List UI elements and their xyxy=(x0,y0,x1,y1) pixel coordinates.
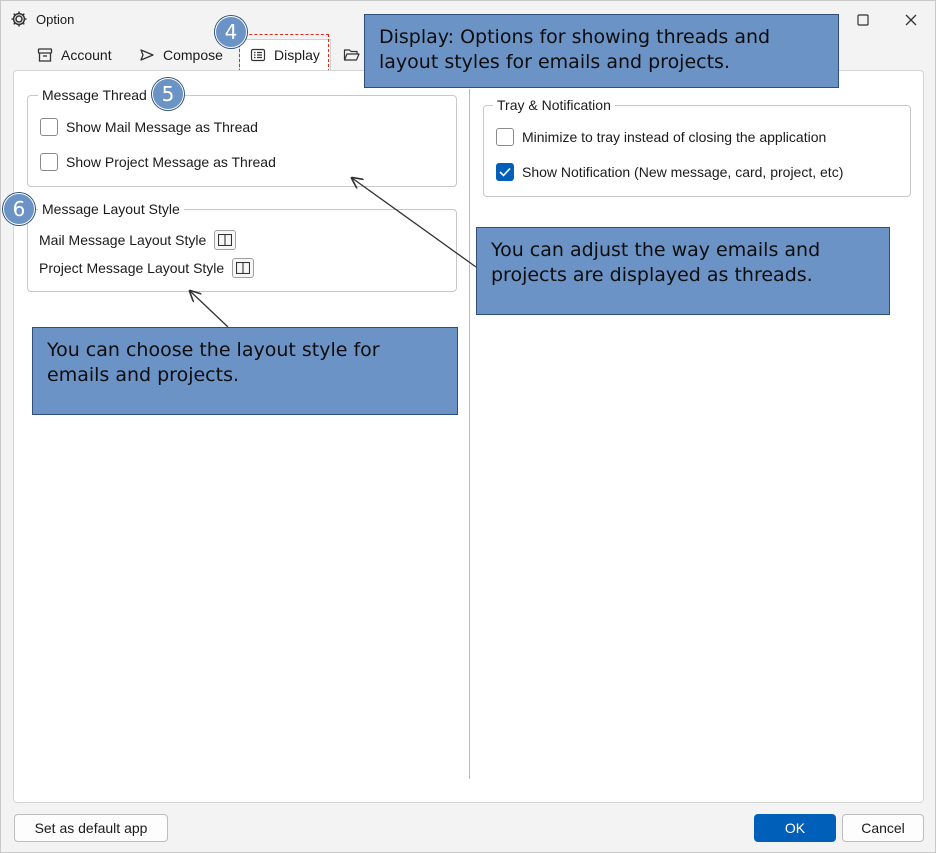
column-divider xyxy=(469,89,470,779)
mail-layout-style-button[interactable] xyxy=(214,230,237,250)
window-title: Option xyxy=(36,12,75,27)
maximize-button[interactable] xyxy=(843,7,883,33)
set-default-app-button[interactable]: Set as default app xyxy=(14,814,168,842)
close-icon xyxy=(905,14,917,26)
tab-account-label: Account xyxy=(61,47,112,63)
option-dialog: Option Account Compose Display Message T… xyxy=(0,0,936,853)
cancel-button[interactable]: Cancel xyxy=(842,814,924,842)
close-button[interactable] xyxy=(891,7,931,33)
split-layout-icon xyxy=(236,262,251,274)
step-badge-5: 5 xyxy=(152,78,184,110)
checkmark-icon xyxy=(499,167,511,177)
project-layout-style-button[interactable] xyxy=(232,258,255,278)
project-layout-style-row: Project Message Layout Style xyxy=(39,258,255,278)
message-thread-group: Message Thread Show Mail Message as Thre… xyxy=(27,87,457,187)
show-mail-thread-checkbox[interactable] xyxy=(40,118,58,136)
step-badge-4: 4 xyxy=(215,16,247,48)
message-layout-style-group: Message Layout Style Mail Message Layout… xyxy=(27,201,457,292)
tab-compose[interactable]: Compose xyxy=(133,41,229,69)
split-layout-icon xyxy=(218,234,233,246)
tab-folder[interactable] xyxy=(337,41,367,69)
show-mail-thread-option[interactable]: Show Mail Message as Thread xyxy=(40,118,258,136)
message-thread-legend: Message Thread xyxy=(38,87,151,103)
project-layout-style-label: Project Message Layout Style xyxy=(39,260,225,276)
step-badge-6: 6 xyxy=(3,193,35,225)
gear-icon xyxy=(10,10,28,28)
thread-callout: You can adjust the way emails and projec… xyxy=(476,227,890,315)
tray-notification-legend: Tray & Notification xyxy=(493,97,615,113)
tab-display-label: Display xyxy=(274,47,320,63)
show-notification-option[interactable]: Show Notification (New message, card, pr… xyxy=(496,163,843,181)
show-notification-label: Show Notification (New message, card, pr… xyxy=(522,164,844,180)
minimize-to-tray-option[interactable]: Minimize to tray instead of closing the … xyxy=(496,128,826,146)
show-notification-checkbox[interactable] xyxy=(496,163,514,181)
maximize-icon xyxy=(857,14,869,26)
tab-display[interactable]: Display xyxy=(239,39,331,70)
show-project-thread-label: Show Project Message as Thread xyxy=(66,154,276,170)
display-tab-callout: Display: Options for showing threads and… xyxy=(364,14,839,88)
minimize-to-tray-label: Minimize to tray instead of closing the … xyxy=(522,129,827,145)
message-layout-style-legend: Message Layout Style xyxy=(38,201,184,217)
folder-open-icon xyxy=(343,49,360,61)
send-icon xyxy=(140,49,154,61)
tab-account[interactable]: Account xyxy=(31,41,118,69)
show-mail-thread-label: Show Mail Message as Thread xyxy=(66,119,258,135)
mail-layout-style-label: Mail Message Layout Style xyxy=(39,232,207,248)
display-list-icon xyxy=(250,48,266,62)
archive-box-icon xyxy=(37,48,53,62)
show-project-thread-option[interactable]: Show Project Message as Thread xyxy=(40,153,276,171)
ok-button[interactable]: OK xyxy=(754,814,836,842)
minimize-to-tray-checkbox[interactable] xyxy=(496,128,514,146)
tray-notification-group: Tray & Notification Minimize to tray ins… xyxy=(483,97,911,197)
tab-compose-label: Compose xyxy=(163,47,223,63)
mail-layout-style-row: Mail Message Layout Style xyxy=(39,230,237,250)
layout-callout: You can choose the layout style for emai… xyxy=(32,327,458,415)
show-project-thread-checkbox[interactable] xyxy=(40,153,58,171)
